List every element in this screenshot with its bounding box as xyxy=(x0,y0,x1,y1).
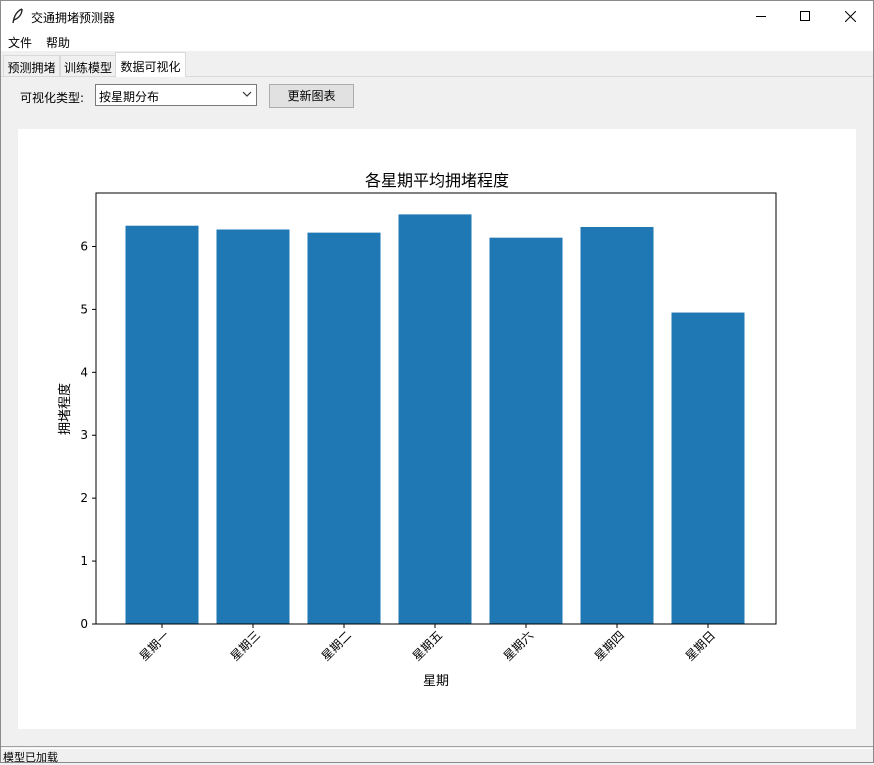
bar-7 xyxy=(671,312,745,624)
y-tick-label-6: 6 xyxy=(80,239,88,253)
x-tick-label-2: 星期三 xyxy=(228,628,263,663)
close-icon xyxy=(844,10,856,22)
maximize-button[interactable] xyxy=(782,1,828,31)
close-button[interactable] xyxy=(827,1,873,31)
tab-predict[interactable]: 预测拥堵 xyxy=(3,55,60,76)
tab-train[interactable]: 训练模型 xyxy=(60,55,116,76)
bar-1 xyxy=(125,225,199,624)
bar-5 xyxy=(489,237,563,625)
maximize-icon xyxy=(800,11,810,21)
app-window: 交通拥堵预测器 文件 帮助 预测拥堵 训练模型 数据可视化 可视化类型: 按星期… xyxy=(0,0,874,764)
menu-help[interactable]: 帮助 xyxy=(46,34,70,51)
x-tick-label-3: 星期二 xyxy=(319,628,354,663)
x-tick-label-6: 星期四 xyxy=(592,628,627,663)
menu-file[interactable]: 文件 xyxy=(8,34,32,51)
feather-icon xyxy=(12,8,23,24)
x-tick-label-5: 星期六 xyxy=(501,628,536,663)
update-chart-button[interactable]: 更新图表 xyxy=(269,84,354,108)
tab-bar: 预测拥堵 训练模型 数据可视化 xyxy=(1,51,873,77)
y-tick-label-4: 4 xyxy=(80,365,88,379)
visualization-type-value: 按星期分布 xyxy=(99,90,160,104)
bar-chart: 各星期平均拥堵程度 0123456 星期一 星期三 星期二 星期五 星期六 星期四 星期日 … xyxy=(57,171,777,689)
minimize-button[interactable] xyxy=(738,1,784,31)
y-tick-label-2: 2 xyxy=(80,491,88,505)
window-title: 交通拥堵预测器 xyxy=(31,11,116,25)
bar-6 xyxy=(580,226,654,625)
status-divider-highlight xyxy=(1,748,873,749)
y-tick-label-3: 3 xyxy=(80,428,88,442)
visualization-type-select[interactable]: 按星期分布 xyxy=(95,84,257,106)
chart-figure: 各星期平均拥堵程度 0123456 星期一 星期三 星期二 星期五 星期六 星期四 星期日 … xyxy=(18,129,856,729)
x-tick-label-1: 星期一 xyxy=(137,628,172,663)
x-axis: 星期一 星期三 星期二 星期五 星期六 星期四 星期日 xyxy=(137,624,718,664)
x-tick-label-7: 星期日 xyxy=(683,628,718,663)
x-axis-label: 星期 xyxy=(423,674,449,689)
y-axis: 0 1 2 3 4 5 6 xyxy=(80,239,96,631)
title-bar: 交通拥堵预测器 xyxy=(1,1,873,31)
bar-2 xyxy=(216,229,290,624)
bar-4 xyxy=(398,214,472,624)
tab-visualization[interactable]: 数据可视化 xyxy=(115,52,186,77)
minimize-icon xyxy=(756,16,766,17)
bars-group xyxy=(125,214,745,625)
chevron-down-icon xyxy=(242,91,252,97)
y-tick-label-1: 1 xyxy=(80,554,88,568)
status-divider xyxy=(1,746,873,747)
bar-3 xyxy=(307,232,381,625)
menu-bar: 文件 帮助 xyxy=(1,31,873,51)
chart-title: 各星期平均拥堵程度 xyxy=(365,171,509,190)
x-tick-label-4: 星期五 xyxy=(410,628,445,663)
y-axis-label: 拥堵程度 xyxy=(57,383,73,435)
y-tick-label-0: 0 xyxy=(80,617,88,631)
visualization-type-label: 可视化类型: xyxy=(20,91,85,105)
y-tick-label-5: 5 xyxy=(80,302,88,316)
